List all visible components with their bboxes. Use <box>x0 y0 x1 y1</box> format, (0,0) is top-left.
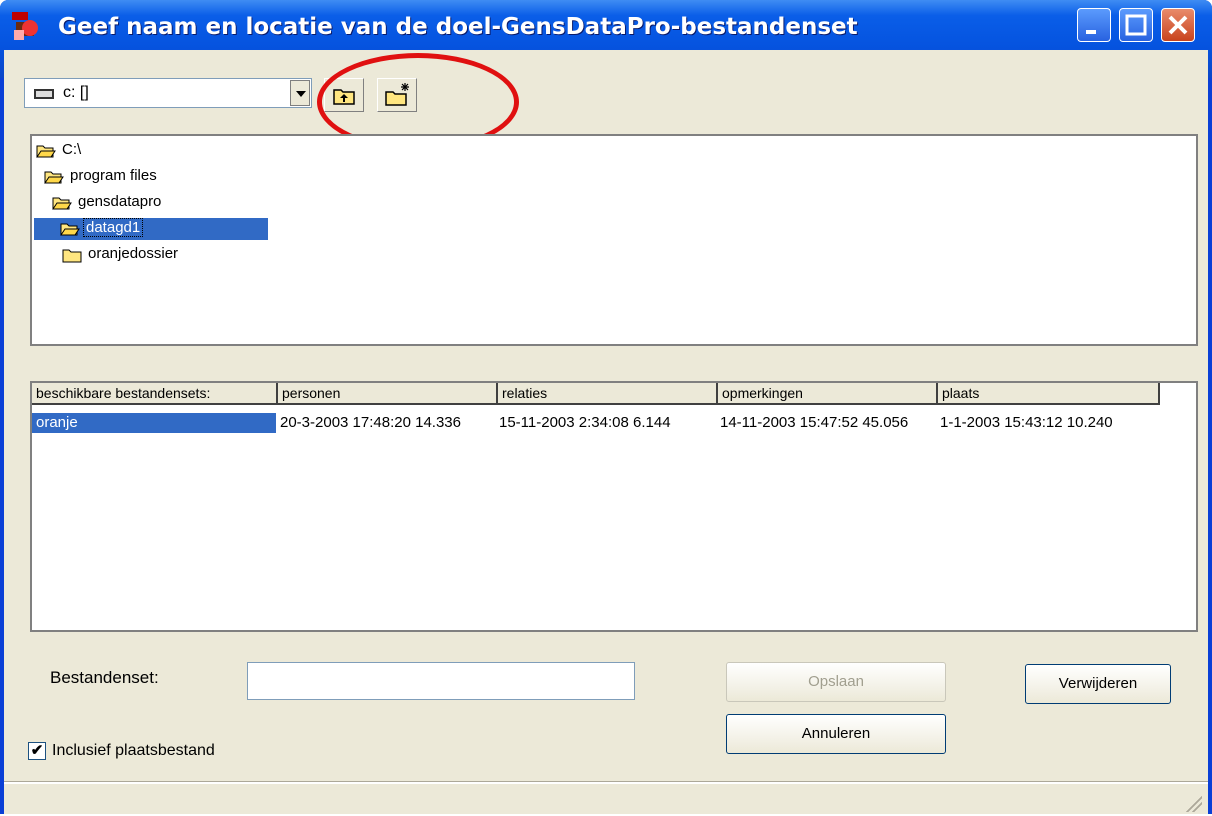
open-folder-icon <box>60 223 80 236</box>
column-header[interactable]: personen <box>278 383 498 405</box>
open-folder-icon <box>52 197 72 210</box>
cancel-button-label: Annuleren <box>801 725 871 742</box>
up-folder-button[interactable] <box>324 78 364 112</box>
bestandenset-label: Bestandenset: <box>50 668 159 687</box>
status-bar <box>4 782 1208 816</box>
closed-folder-icon <box>62 249 82 263</box>
column-header[interactable]: beschikbare bestandensets: <box>32 383 278 405</box>
dropdown-arrow-button[interactable] <box>290 80 310 106</box>
maximize-icon <box>1125 14 1147 36</box>
folder-label: gensdatapro <box>78 193 162 210</box>
column-header[interactable]: relaties <box>498 383 718 405</box>
folder-label: C:\ <box>62 141 82 158</box>
delete-button[interactable]: Verwijderen <box>1025 664 1171 704</box>
open-folder-icon <box>36 145 56 158</box>
save-button[interactable]: Opslaan <box>726 662 946 702</box>
drive-select[interactable]: c: [] <box>24 78 312 108</box>
cancel-button[interactable]: Annuleren <box>726 714 946 754</box>
check-mark: ✔ <box>30 742 44 759</box>
table-cell: 1-1-2003 15:43:12 10.240 <box>940 414 1113 431</box>
new-folder-icon <box>385 83 409 106</box>
window-title: Geef naam en locatie van de doel-GensDat… <box>58 14 858 40</box>
table-cell: 15-11-2003 2:34:08 6.144 <box>499 414 671 431</box>
table-cell: 14-11-2003 15:47:52 45.056 <box>720 414 909 431</box>
drive-icon <box>34 89 54 99</box>
close-icon <box>1168 15 1188 35</box>
include-label: Inclusief plaatsbestand <box>52 742 215 759</box>
up-folder-icon <box>333 89 355 105</box>
dialog-window: Geef naam en locatie van de doel-GensDat… <box>0 0 1212 814</box>
close-button[interactable] <box>1161 8 1195 42</box>
folder-node-selected[interactable]: datagd1 <box>34 218 268 240</box>
delete-button-label: Verwijderen <box>1058 675 1138 692</box>
table-cell: 20-3-2003 17:48:20 14.336 <box>280 414 461 431</box>
include-checkbox[interactable]: ✔ <box>28 742 46 760</box>
open-folder-icon <box>44 171 64 184</box>
table-cell[interactable]: oranje <box>32 413 276 433</box>
new-folder-button[interactable] <box>377 78 417 112</box>
dialog-client-area: c: [] C:\ program files gensdatapro data… <box>4 50 1208 814</box>
folder-label: program files <box>70 167 157 184</box>
save-button-label: Opslaan <box>808 673 864 690</box>
column-header[interactable]: plaats <box>938 383 1160 405</box>
folder-tree[interactable]: C:\ program files gensdatapro datagd1 or… <box>30 134 1198 346</box>
column-header[interactable]: opmerkingen <box>718 383 938 405</box>
maximize-button[interactable] <box>1119 8 1153 42</box>
drive-value: c: [] <box>63 84 89 101</box>
filesets-table[interactable]: beschikbare bestandensets: personen rela… <box>30 381 1198 632</box>
folder-label: oranjedossier <box>88 245 179 262</box>
gensdatapro-app-icon <box>12 12 38 40</box>
folder-label: datagd1 <box>82 218 144 237</box>
bestandenset-input[interactable] <box>247 662 635 700</box>
minimize-button[interactable] <box>1077 8 1111 42</box>
resize-grip-icon[interactable] <box>1184 794 1202 812</box>
minimize-icon <box>1086 30 1096 34</box>
